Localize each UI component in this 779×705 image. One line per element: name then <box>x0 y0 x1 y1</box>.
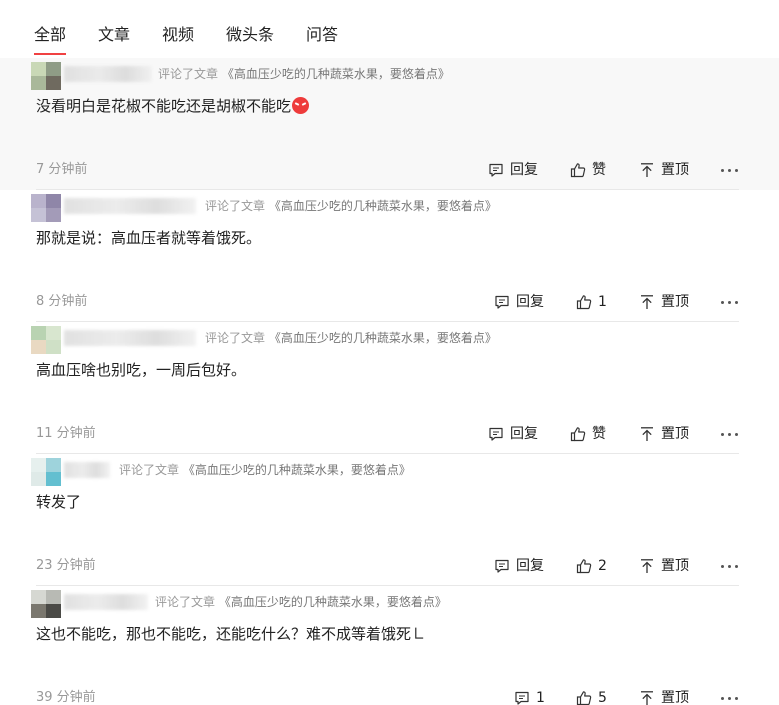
like-count: 2 <box>598 558 607 574</box>
comment-time: 39 分钟前 <box>36 690 96 705</box>
pin-label: 置顶 <box>661 162 689 178</box>
comment-time: 23 分钟前 <box>36 558 96 573</box>
username-blurred[interactable] <box>64 66 152 82</box>
comment-text-row: 没看明白是花椒不能吃还是胡椒不能吃 <box>36 95 310 117</box>
reply-icon <box>515 691 529 705</box>
tab-micro-posts[interactable]: 微头条 <box>226 24 274 46</box>
source-prefix: 评论了文章 <box>119 463 180 477</box>
comments-page: 全部 文章 视频 微头条 问答 评论了文章 《高血压少吃的几种蔬菜水果，要悠着点… <box>0 0 779 705</box>
avatar[interactable] <box>31 590 61 618</box>
pin-label: 置顶 <box>661 558 689 574</box>
angry-face-icon <box>292 97 310 114</box>
avatar[interactable] <box>31 194 61 222</box>
reply-icon <box>489 163 503 177</box>
comment-text: 没看明白是花椒不能吃还是胡椒不能吃 <box>36 97 292 115</box>
comment-text: 转发了 <box>36 493 82 511</box>
pin-label: 置顶 <box>661 294 689 310</box>
filter-tabs: 全部 文章 视频 微头条 问答 <box>0 0 779 58</box>
more-options-icon[interactable] <box>719 292 741 312</box>
pin-top-icon <box>641 295 653 309</box>
active-tab-indicator <box>34 53 66 55</box>
more-options-icon[interactable] <box>719 556 741 576</box>
source-prefix: 评论了文章 <box>205 331 266 345</box>
reply-label: 回复 <box>516 558 544 574</box>
article-link[interactable]: 《高血压少吃的几种蔬菜水果，要悠着点》 <box>269 331 497 345</box>
comment-time: 7 分钟前 <box>36 162 88 177</box>
username-blurred[interactable] <box>64 198 196 214</box>
pin-top-icon <box>641 691 653 705</box>
comment-item: 评论了文章 《高血压少吃的几种蔬菜水果，要悠着点》 转发了 23 分钟前 回复 … <box>0 454 779 586</box>
username-blurred[interactable] <box>64 462 110 478</box>
more-options-icon[interactable] <box>719 424 741 444</box>
tab-videos[interactable]: 视频 <box>162 24 194 46</box>
source-prefix: 评论了文章 <box>158 67 219 81</box>
comment-text: 那就是说：高血压者就等着饿死。 <box>36 229 262 247</box>
comment-item: 评论了文章 《高血压少吃的几种蔬菜水果，要悠着点》 那就是说：高血压者就等着饿死… <box>0 190 779 322</box>
username-blurred[interactable] <box>64 330 196 346</box>
reply-icon <box>495 559 509 573</box>
comment-time: 8 分钟前 <box>36 294 88 309</box>
comment-source: 评论了文章 《高血压少吃的几种蔬菜水果，要悠着点》 <box>205 197 497 215</box>
more-options-icon[interactable] <box>719 688 741 705</box>
comment-item: 评论了文章 《高血压少吃的几种蔬菜水果，要悠着点》 高血压啥也别吃，一周后包好。… <box>0 322 779 454</box>
article-link[interactable]: 《高血压少吃的几种蔬菜水果，要悠着点》 <box>269 199 497 213</box>
reply-label: 回复 <box>510 162 538 178</box>
more-options-icon[interactable] <box>719 160 741 180</box>
comment-text: 这也不能吃，那也不能吃，还能吃什么？难不成等着饿死㇗ <box>36 625 427 643</box>
comment-time: 11 分钟前 <box>36 426 96 441</box>
thumbs-up-icon <box>576 295 592 310</box>
avatar[interactable] <box>31 458 61 486</box>
reply-label: 回复 <box>510 426 538 442</box>
comment-source: 评论了文章 《高血压少吃的几种蔬菜水果，要悠着点》 <box>119 461 411 479</box>
pin-label: 置顶 <box>661 690 689 705</box>
thumbs-up-icon <box>570 163 586 178</box>
pin-top-icon <box>641 163 653 177</box>
comment-source: 评论了文章 《高血压少吃的几种蔬菜水果，要悠着点》 <box>158 65 450 83</box>
reply-label: 回复 <box>516 294 544 310</box>
like-label: 赞 <box>592 426 606 442</box>
tab-qa[interactable]: 问答 <box>306 24 338 46</box>
like-label: 赞 <box>592 162 606 178</box>
article-link[interactable]: 《高血压少吃的几种蔬菜水果，要悠着点》 <box>219 595 447 609</box>
thumbs-up-icon <box>570 427 586 442</box>
comment-source: 评论了文章 《高血压少吃的几种蔬菜水果，要悠着点》 <box>205 329 497 347</box>
comment-text: 高血压啥也别吃，一周后包好。 <box>36 361 247 379</box>
pin-top-icon <box>641 559 653 573</box>
comment-item: 评论了文章 《高血压少吃的几种蔬菜水果，要悠着点》 没看明白是花椒不能吃还是胡椒… <box>0 58 779 190</box>
tab-articles[interactable]: 文章 <box>98 24 130 46</box>
pin-label: 置顶 <box>661 426 689 442</box>
source-prefix: 评论了文章 <box>155 595 216 609</box>
thumbs-up-icon <box>576 559 592 574</box>
source-prefix: 评论了文章 <box>205 199 266 213</box>
article-link[interactable]: 《高血压少吃的几种蔬菜水果，要悠着点》 <box>222 67 450 81</box>
tab-all[interactable]: 全部 <box>34 24 66 46</box>
comment-source: 评论了文章 《高血压少吃的几种蔬菜水果，要悠着点》 <box>155 593 447 611</box>
username-blurred[interactable] <box>64 594 148 610</box>
thumbs-up-icon <box>576 691 592 705</box>
like-count: 1 <box>598 294 607 310</box>
pin-top-icon <box>641 427 653 441</box>
like-count: 5 <box>598 690 607 705</box>
avatar[interactable] <box>31 62 61 90</box>
reply-count: 1 <box>536 690 545 705</box>
avatar[interactable] <box>31 326 61 354</box>
article-link[interactable]: 《高血压少吃的几种蔬菜水果，要悠着点》 <box>183 463 411 477</box>
reply-icon <box>495 295 509 309</box>
comment-item: 评论了文章 《高血压少吃的几种蔬菜水果，要悠着点》 这也不能吃，那也不能吃，还能… <box>0 586 779 705</box>
reply-icon <box>489 427 503 441</box>
